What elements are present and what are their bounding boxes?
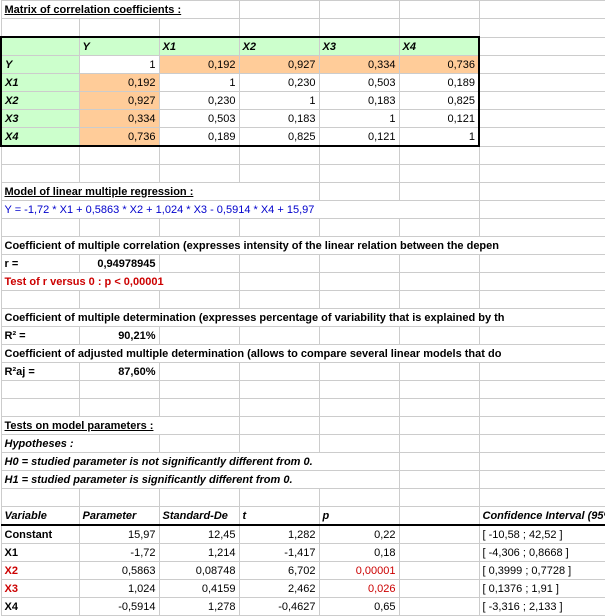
param-ci: [ 0,3999 ; 0,7728 ] xyxy=(479,562,605,580)
param-t: 6,702 xyxy=(239,562,319,580)
matrix-row-label: X3 xyxy=(1,110,79,128)
matrix-cell: 0,927 xyxy=(79,92,159,110)
model-equation: Y = -1,72 * X1 + 0,5863 * X2 + 1,024 * X… xyxy=(1,201,479,219)
hypotheses-label: Hypotheses : xyxy=(1,435,159,453)
matrix-header: X2 xyxy=(239,37,319,56)
matrix-row-label: X2 xyxy=(1,92,79,110)
matrix-cell: 0,121 xyxy=(399,110,479,128)
matrix-cell: 1 xyxy=(239,92,319,110)
matrix-cell: 1 xyxy=(79,56,159,74)
r2aj-label: R²aj = xyxy=(1,363,79,381)
model-title: Model of linear multiple regression : xyxy=(1,183,319,201)
param-p: 0,00001 xyxy=(319,562,399,580)
matrix-cell: 0,334 xyxy=(319,56,399,74)
param-header: Confidence Interval (95%) xyxy=(479,507,605,526)
matrix-cell: 0,230 xyxy=(159,92,239,110)
matrix-cell: 0,192 xyxy=(79,74,159,92)
param-std: 0,4159 xyxy=(159,580,239,598)
matrix-cell: 0,121 xyxy=(319,128,399,147)
param-header: p xyxy=(319,507,399,526)
r-label: r = xyxy=(1,255,79,273)
param-value: -1,72 xyxy=(79,544,159,562)
param-header: Standard-De xyxy=(159,507,239,526)
h0: H0 = studied parameter is not significan… xyxy=(1,453,399,471)
matrix-cell: 0,825 xyxy=(399,92,479,110)
r2-label: R² = xyxy=(1,327,79,345)
param-value: -0,5914 xyxy=(79,598,159,616)
matrix-header: X1 xyxy=(159,37,239,56)
param-ci: [ -4,306 ; 0,8668 ] xyxy=(479,544,605,562)
matrix-cell: 0,189 xyxy=(399,74,479,92)
param-t: 1,282 xyxy=(239,525,319,544)
param-variable: X2 xyxy=(1,562,79,580)
matrix-cell: 0,189 xyxy=(159,128,239,147)
matrix-header: X3 xyxy=(319,37,399,56)
param-t: -1,417 xyxy=(239,544,319,562)
matrix-row-label: Y xyxy=(1,56,79,74)
param-variable: X1 xyxy=(1,544,79,562)
param-t: -0,4627 xyxy=(239,598,319,616)
matrix-cell: 0,825 xyxy=(239,128,319,147)
det-title: Coefficient of multiple determination (e… xyxy=(1,309,605,327)
h1: H1 = studied parameter is significantly … xyxy=(1,471,399,489)
r2-value: 90,21% xyxy=(79,327,159,345)
param-std: 1,214 xyxy=(159,544,239,562)
param-variable: Constant xyxy=(1,525,79,544)
spreadsheet: Matrix of correlation coefficients :YX1X… xyxy=(0,0,605,616)
matrix-title: Matrix of correlation coefficients : xyxy=(1,1,239,19)
matrix-cell: 1 xyxy=(159,74,239,92)
param-value: 0,5863 xyxy=(79,562,159,580)
matrix-cell: 1 xyxy=(319,110,399,128)
matrix-header: Y xyxy=(79,37,159,56)
param-ci: [ -10,58 ; 42,52 ] xyxy=(479,525,605,544)
param-header: t xyxy=(239,507,319,526)
tests-title: Tests on model parameters : xyxy=(1,417,239,435)
matrix-header: X4 xyxy=(399,37,479,56)
param-value: 1,024 xyxy=(79,580,159,598)
matrix-cell: 0,192 xyxy=(159,56,239,74)
matrix-cell: 0,736 xyxy=(399,56,479,74)
matrix-cell: 0,183 xyxy=(319,92,399,110)
param-p: 0,18 xyxy=(319,544,399,562)
matrix-cell: 1 xyxy=(399,128,479,147)
param-p: 0,65 xyxy=(319,598,399,616)
param-std: 0,08748 xyxy=(159,562,239,580)
r-value: 0,94978945 xyxy=(79,255,159,273)
corr-title: Coefficient of multiple correlation (exp… xyxy=(1,237,605,255)
matrix-row-label: X1 xyxy=(1,74,79,92)
matrix-cell: 0,230 xyxy=(239,74,319,92)
param-variable: X3 xyxy=(1,580,79,598)
param-variable: X4 xyxy=(1,598,79,616)
param-std: 12,45 xyxy=(159,525,239,544)
r2aj-value: 87,60% xyxy=(79,363,159,381)
matrix-cell: 0,927 xyxy=(239,56,319,74)
param-ci: [ -3,316 ; 2,133 ] xyxy=(479,598,605,616)
matrix-cell: 0,503 xyxy=(159,110,239,128)
adj-title: Coefficient of adjusted multiple determi… xyxy=(1,345,605,363)
param-ci: [ 0,1376 ; 1,91 ] xyxy=(479,580,605,598)
param-std: 1,278 xyxy=(159,598,239,616)
param-header: Variable xyxy=(1,507,79,526)
matrix-row-label: X4 xyxy=(1,128,79,147)
matrix-cell: 0,503 xyxy=(319,74,399,92)
param-p: 0,026 xyxy=(319,580,399,598)
matrix-cell: 0,183 xyxy=(239,110,319,128)
matrix-cell: 0,736 xyxy=(79,128,159,147)
param-p: 0,22 xyxy=(319,525,399,544)
matrix-cell: 0,334 xyxy=(79,110,159,128)
param-value: 15,97 xyxy=(79,525,159,544)
param-header: Parameter xyxy=(79,507,159,526)
param-t: 2,462 xyxy=(239,580,319,598)
r-test: Test of r versus 0 : p < 0,00001 xyxy=(1,273,239,291)
